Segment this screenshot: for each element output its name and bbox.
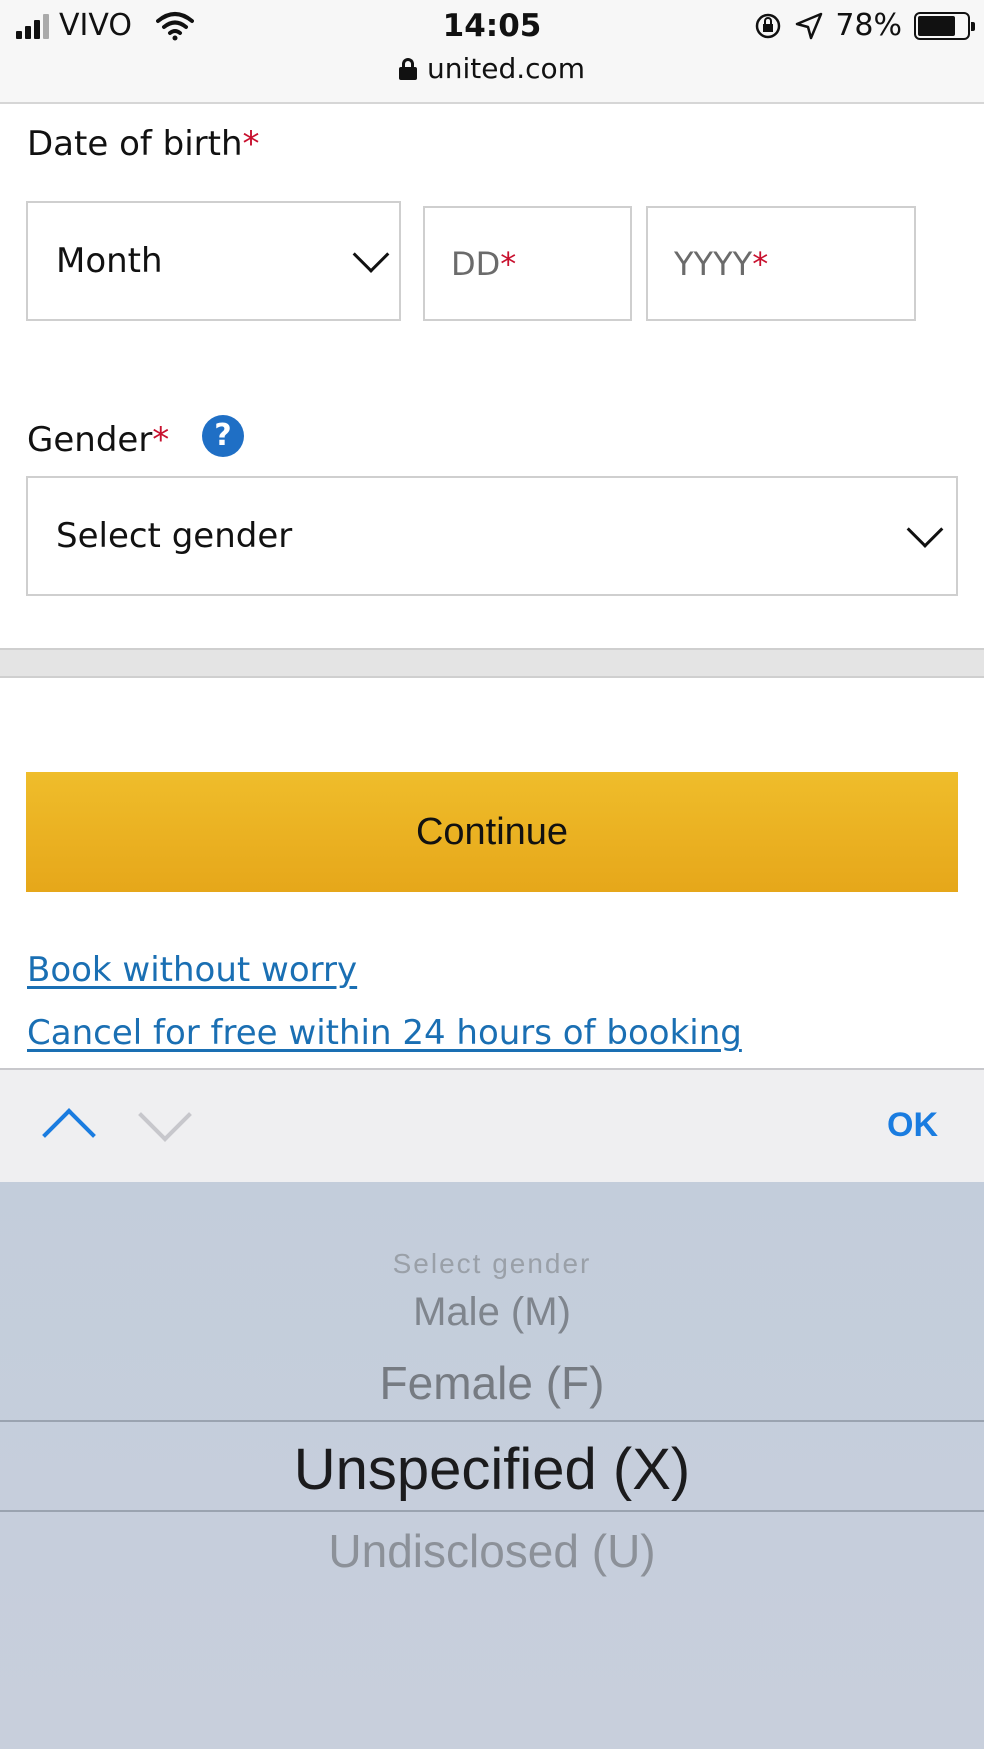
year-input[interactable]: YYYY* (646, 206, 916, 321)
selection-line (0, 1420, 984, 1422)
url-text: united.com (427, 52, 585, 85)
dob-label: Date of birth* (27, 124, 260, 164)
address-bar[interactable]: united.com (0, 52, 984, 85)
keyboard-accessory-bar: OK (0, 1068, 984, 1182)
gender-picker-wheel[interactable]: Select gender Male (M) Female (F) Unspec… (0, 1182, 984, 1749)
battery-percent: 78% (835, 8, 902, 43)
chevron-down-icon (352, 236, 390, 273)
day-input[interactable]: DD* (423, 206, 632, 321)
status-bar: VIVO 14:05 78% united.com (0, 0, 984, 104)
next-field-icon[interactable] (138, 1088, 192, 1142)
orientation-lock-icon (756, 13, 781, 38)
month-select[interactable]: Month (26, 201, 401, 321)
picker-option[interactable]: Male (M) (0, 1290, 984, 1335)
ok-button[interactable]: OK (887, 1106, 938, 1145)
gender-select-value: Select gender (56, 516, 293, 556)
selection-line (0, 1510, 984, 1512)
battery-icon (914, 11, 975, 40)
picker-option-selected[interactable]: Unspecified (X) (0, 1436, 984, 1503)
status-right: 78% (753, 8, 975, 43)
gender-label: Gender* (27, 420, 170, 460)
location-icon (796, 12, 823, 39)
year-placeholder: YYYY (674, 244, 753, 283)
previous-field-icon[interactable] (42, 1108, 96, 1162)
book-without-worry-link[interactable]: Book without worry (27, 950, 357, 990)
day-placeholder: DD (451, 244, 501, 283)
cancel-free-link[interactable]: Cancel for free within 24 hours of booki… (27, 1013, 742, 1053)
continue-button[interactable]: Continue (26, 772, 958, 892)
section-divider (0, 648, 984, 678)
help-icon[interactable]: ? (202, 415, 244, 457)
lock-icon (399, 57, 418, 80)
picker-option[interactable]: Undisclosed (U) (0, 1524, 984, 1578)
picker-option[interactable]: Select gender (0, 1248, 984, 1280)
gender-select[interactable]: Select gender (26, 476, 958, 596)
picker-option[interactable]: Female (F) (0, 1356, 984, 1410)
required-mark: * (242, 124, 260, 164)
chevron-down-icon (906, 511, 944, 548)
month-select-value: Month (56, 241, 163, 281)
required-mark: * (152, 420, 170, 460)
